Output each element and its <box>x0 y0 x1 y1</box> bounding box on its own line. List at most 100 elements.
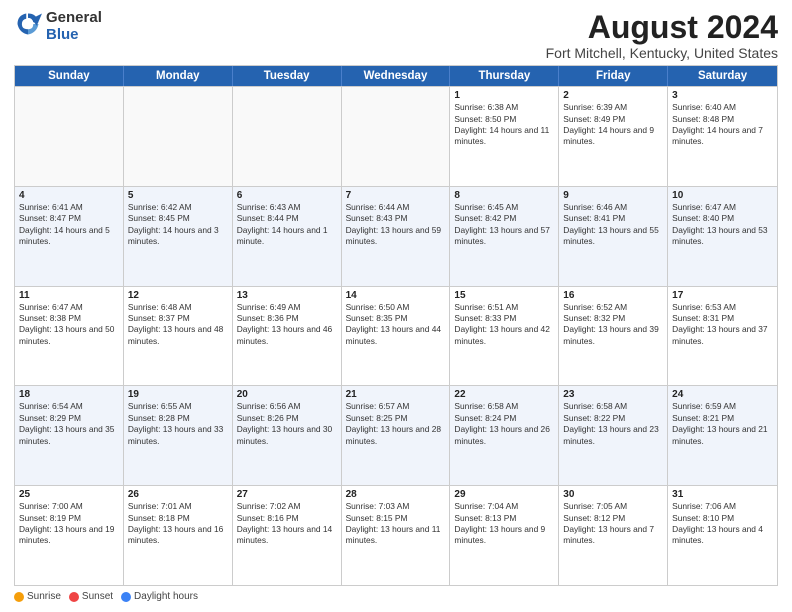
day-cell-20: 20Sunrise: 6:56 AM Sunset: 8:26 PM Dayli… <box>233 386 342 485</box>
day-info: Sunrise: 6:51 AM Sunset: 8:33 PM Dayligh… <box>454 302 554 347</box>
empty-cell <box>15 87 124 186</box>
main-title: August 2024 <box>546 10 778 45</box>
day-info: Sunrise: 6:42 AM Sunset: 8:45 PM Dayligh… <box>128 202 228 247</box>
day-number: 9 <box>563 190 663 201</box>
header-day-tuesday: Tuesday <box>233 66 342 86</box>
day-info: Sunrise: 6:58 AM Sunset: 8:22 PM Dayligh… <box>563 401 663 446</box>
logo-general: General <box>46 10 102 27</box>
day-info: Sunrise: 6:56 AM Sunset: 8:26 PM Dayligh… <box>237 401 337 446</box>
day-number: 24 <box>672 389 773 400</box>
day-cell-30: 30Sunrise: 7:05 AM Sunset: 8:12 PM Dayli… <box>559 486 668 585</box>
day-number: 19 <box>128 389 228 400</box>
day-cell-23: 23Sunrise: 6:58 AM Sunset: 8:22 PM Dayli… <box>559 386 668 485</box>
day-info: Sunrise: 6:39 AM Sunset: 8:49 PM Dayligh… <box>563 102 663 147</box>
day-cell-7: 7Sunrise: 6:44 AM Sunset: 8:43 PM Daylig… <box>342 187 451 286</box>
day-cell-15: 15Sunrise: 6:51 AM Sunset: 8:33 PM Dayli… <box>450 287 559 386</box>
legend-daylight: Daylight hours <box>121 591 198 602</box>
day-cell-27: 27Sunrise: 7:02 AM Sunset: 8:16 PM Dayli… <box>233 486 342 585</box>
header-day-friday: Friday <box>559 66 668 86</box>
day-cell-4: 4Sunrise: 6:41 AM Sunset: 8:47 PM Daylig… <box>15 187 124 286</box>
day-info: Sunrise: 6:53 AM Sunset: 8:31 PM Dayligh… <box>672 302 773 347</box>
day-number: 8 <box>454 190 554 201</box>
day-info: Sunrise: 6:52 AM Sunset: 8:32 PM Dayligh… <box>563 302 663 347</box>
day-info: Sunrise: 7:05 AM Sunset: 8:12 PM Dayligh… <box>563 501 663 546</box>
day-info: Sunrise: 6:44 AM Sunset: 8:43 PM Dayligh… <box>346 202 446 247</box>
day-cell-11: 11Sunrise: 6:47 AM Sunset: 8:38 PM Dayli… <box>15 287 124 386</box>
day-info: Sunrise: 6:43 AM Sunset: 8:44 PM Dayligh… <box>237 202 337 247</box>
logo-blue: Blue <box>46 27 102 44</box>
day-cell-31: 31Sunrise: 7:06 AM Sunset: 8:10 PM Dayli… <box>668 486 777 585</box>
day-info: Sunrise: 6:58 AM Sunset: 8:24 PM Dayligh… <box>454 401 554 446</box>
day-number: 23 <box>563 389 663 400</box>
day-cell-24: 24Sunrise: 6:59 AM Sunset: 8:21 PM Dayli… <box>668 386 777 485</box>
day-cell-5: 5Sunrise: 6:42 AM Sunset: 8:45 PM Daylig… <box>124 187 233 286</box>
day-cell-10: 10Sunrise: 6:47 AM Sunset: 8:40 PM Dayli… <box>668 187 777 286</box>
day-number: 18 <box>19 389 119 400</box>
day-number: 29 <box>454 489 554 500</box>
day-cell-8: 8Sunrise: 6:45 AM Sunset: 8:42 PM Daylig… <box>450 187 559 286</box>
day-info: Sunrise: 6:49 AM Sunset: 8:36 PM Dayligh… <box>237 302 337 347</box>
day-number: 27 <box>237 489 337 500</box>
day-number: 4 <box>19 190 119 201</box>
day-info: Sunrise: 6:59 AM Sunset: 8:21 PM Dayligh… <box>672 401 773 446</box>
day-number: 16 <box>563 290 663 301</box>
day-cell-17: 17Sunrise: 6:53 AM Sunset: 8:31 PM Dayli… <box>668 287 777 386</box>
day-cell-26: 26Sunrise: 7:01 AM Sunset: 8:18 PM Dayli… <box>124 486 233 585</box>
logo: General Blue <box>14 10 102 43</box>
day-number: 2 <box>563 90 663 101</box>
day-number: 11 <box>19 290 119 301</box>
day-cell-22: 22Sunrise: 6:58 AM Sunset: 8:24 PM Dayli… <box>450 386 559 485</box>
day-number: 15 <box>454 290 554 301</box>
calendar-week-5: 25Sunrise: 7:00 AM Sunset: 8:19 PM Dayli… <box>15 485 777 585</box>
day-info: Sunrise: 6:38 AM Sunset: 8:50 PM Dayligh… <box>454 102 554 147</box>
day-cell-21: 21Sunrise: 6:57 AM Sunset: 8:25 PM Dayli… <box>342 386 451 485</box>
day-number: 13 <box>237 290 337 301</box>
page: General Blue August 2024 Fort Mitchell, … <box>0 0 792 612</box>
day-info: Sunrise: 6:55 AM Sunset: 8:28 PM Dayligh… <box>128 401 228 446</box>
legend-sunset-label: Sunset <box>82 591 113 602</box>
day-cell-16: 16Sunrise: 6:52 AM Sunset: 8:32 PM Dayli… <box>559 287 668 386</box>
empty-cell <box>342 87 451 186</box>
day-number: 17 <box>672 290 773 301</box>
day-info: Sunrise: 7:01 AM Sunset: 8:18 PM Dayligh… <box>128 501 228 546</box>
calendar-week-3: 11Sunrise: 6:47 AM Sunset: 8:38 PM Dayli… <box>15 286 777 386</box>
day-number: 25 <box>19 489 119 500</box>
day-number: 20 <box>237 389 337 400</box>
day-info: Sunrise: 7:03 AM Sunset: 8:15 PM Dayligh… <box>346 501 446 546</box>
day-cell-18: 18Sunrise: 6:54 AM Sunset: 8:29 PM Dayli… <box>15 386 124 485</box>
day-info: Sunrise: 7:06 AM Sunset: 8:10 PM Dayligh… <box>672 501 773 546</box>
day-cell-29: 29Sunrise: 7:04 AM Sunset: 8:13 PM Dayli… <box>450 486 559 585</box>
header-day-sunday: Sunday <box>15 66 124 86</box>
day-info: Sunrise: 6:48 AM Sunset: 8:37 PM Dayligh… <box>128 302 228 347</box>
day-info: Sunrise: 7:00 AM Sunset: 8:19 PM Dayligh… <box>19 501 119 546</box>
day-number: 30 <box>563 489 663 500</box>
day-cell-13: 13Sunrise: 6:49 AM Sunset: 8:36 PM Dayli… <box>233 287 342 386</box>
day-number: 21 <box>346 389 446 400</box>
day-info: Sunrise: 6:54 AM Sunset: 8:29 PM Dayligh… <box>19 401 119 446</box>
day-info: Sunrise: 7:02 AM Sunset: 8:16 PM Dayligh… <box>237 501 337 546</box>
day-info: Sunrise: 6:50 AM Sunset: 8:35 PM Dayligh… <box>346 302 446 347</box>
day-cell-25: 25Sunrise: 7:00 AM Sunset: 8:19 PM Dayli… <box>15 486 124 585</box>
day-info: Sunrise: 7:04 AM Sunset: 8:13 PM Dayligh… <box>454 501 554 546</box>
day-number: 28 <box>346 489 446 500</box>
day-number: 7 <box>346 190 446 201</box>
sunset-dot <box>69 592 79 602</box>
day-number: 5 <box>128 190 228 201</box>
logo-text: General Blue <box>46 10 102 43</box>
day-number: 31 <box>672 489 773 500</box>
title-block: August 2024 Fort Mitchell, Kentucky, Uni… <box>546 10 778 61</box>
day-cell-2: 2Sunrise: 6:39 AM Sunset: 8:49 PM Daylig… <box>559 87 668 186</box>
header-day-thursday: Thursday <box>450 66 559 86</box>
day-info: Sunrise: 6:57 AM Sunset: 8:25 PM Dayligh… <box>346 401 446 446</box>
calendar: SundayMondayTuesdayWednesdayThursdayFrid… <box>14 65 778 586</box>
header: General Blue August 2024 Fort Mitchell, … <box>14 10 778 61</box>
day-info: Sunrise: 6:47 AM Sunset: 8:40 PM Dayligh… <box>672 202 773 247</box>
day-info: Sunrise: 6:47 AM Sunset: 8:38 PM Dayligh… <box>19 302 119 347</box>
calendar-body: 1Sunrise: 6:38 AM Sunset: 8:50 PM Daylig… <box>15 86 777 585</box>
day-cell-1: 1Sunrise: 6:38 AM Sunset: 8:50 PM Daylig… <box>450 87 559 186</box>
day-number: 6 <box>237 190 337 201</box>
day-info: Sunrise: 6:45 AM Sunset: 8:42 PM Dayligh… <box>454 202 554 247</box>
day-cell-14: 14Sunrise: 6:50 AM Sunset: 8:35 PM Dayli… <box>342 287 451 386</box>
day-cell-9: 9Sunrise: 6:46 AM Sunset: 8:41 PM Daylig… <box>559 187 668 286</box>
day-number: 10 <box>672 190 773 201</box>
